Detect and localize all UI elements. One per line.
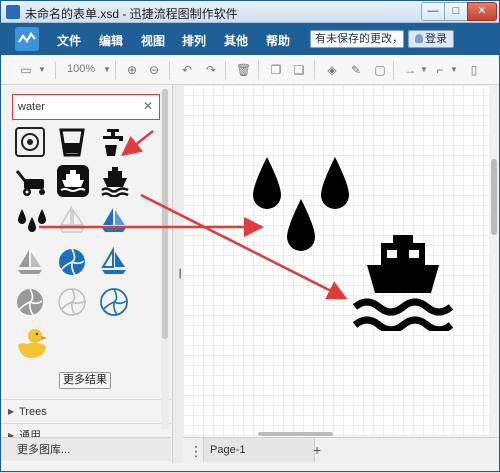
menu-edit[interactable]: 编辑 [99, 32, 123, 49]
main-header: 文件 编辑 视图 排列 其他 帮助 有未保存的更改，点击此处保存 登录 [1, 23, 499, 55]
minimize-button[interactable]: — [421, 2, 445, 21]
app-small-icon [6, 5, 20, 19]
menu-other[interactable]: 其他 [224, 32, 248, 49]
chevron-right-icon: ▶ [8, 400, 14, 424]
page-tab-bar: ⋮ Page-1 + [183, 437, 499, 463]
app-window: 未命名的表单.xsd - 迅捷流程图制作软件 — □ ✕ 文件 编辑 视图 排列… [0, 0, 500, 472]
clear-search-icon[interactable]: ✕ [143, 99, 153, 113]
title-bar: 未命名的表单.xsd - 迅捷流程图制作软件 — □ ✕ [1, 1, 499, 23]
glass-icon[interactable] [57, 127, 87, 157]
zoom-select[interactable]: 100% [67, 63, 95, 75]
window-title: 未命名的表单.xsd - 迅捷流程图制作软件 [25, 5, 238, 22]
redo-icon[interactable]: ↷ [204, 63, 218, 77]
add-page-icon[interactable]: + [313, 442, 321, 458]
toolbar-divider [393, 61, 394, 79]
ship-icon[interactable] [99, 165, 131, 197]
sailboat-outline-icon[interactable] [57, 205, 87, 235]
rubber-duck-icon[interactable] [15, 327, 49, 361]
line-color-icon[interactable]: ✎ [349, 63, 363, 77]
delete-icon[interactable]: 🗑 [236, 63, 250, 77]
sidebar-scrollbar[interactable] [161, 89, 169, 429]
toolbar-divider [115, 61, 116, 79]
section-label: Trees [19, 406, 47, 418]
to-front-icon[interactable]: ❐ [269, 63, 283, 77]
undo-icon[interactable]: ↶ [180, 63, 194, 77]
diagram-canvas[interactable] [183, 85, 489, 437]
water-drops-icon[interactable] [15, 207, 49, 237]
zoom-dropdown-icon[interactable]: ▼ [100, 63, 114, 77]
lawn-mower-icon[interactable] [15, 167, 45, 197]
sailboat-gray-icon[interactable] [15, 247, 45, 277]
toolbar-divider [169, 61, 170, 79]
menu-view[interactable]: 视图 [141, 32, 165, 49]
volleyball-blue-icon[interactable] [57, 247, 87, 277]
tab-page-1[interactable]: Page-1 [203, 438, 315, 462]
ship-badge-icon[interactable] [57, 165, 89, 197]
canvas-ship-shape[interactable] [353, 233, 453, 331]
sailboat-blue-icon[interactable] [99, 205, 129, 235]
menu-file[interactable]: 文件 [57, 32, 81, 49]
volleyball-gray-icon[interactable] [15, 287, 45, 317]
toolbar-divider [225, 61, 226, 79]
section-trees[interactable]: ▶ Trees [1, 399, 171, 423]
toolbar-divider [258, 61, 259, 79]
menu-arrange[interactable]: 排列 [182, 32, 206, 49]
sailboat-blue-small-icon[interactable] [99, 247, 129, 277]
page-format-icon[interactable]: ▭ [19, 63, 33, 77]
maximize-button[interactable]: □ [444, 2, 468, 21]
toolbar-divider [314, 61, 315, 79]
waypoints-dropdown-icon[interactable]: ▼ [447, 63, 461, 77]
menu-help[interactable]: 帮助 [266, 32, 290, 49]
volleyball-outline-icon[interactable] [57, 287, 87, 317]
toolbar-divider [55, 61, 56, 79]
connection-dropdown-icon[interactable]: ▼ [417, 63, 431, 77]
washing-machine-icon[interactable] [15, 127, 45, 157]
toolbar: ▭ ▼ 100% ▼ ⊕ ⊖ ↶ ↷ 🗑 ❐ ❏ ◈ ✎ ▢ → ▼ ⌐ ▼ ▯ [1, 55, 499, 85]
shadow-icon[interactable]: ▢ [373, 63, 387, 77]
chevron-right-icon: ▶ [8, 424, 14, 437]
user-icon [415, 34, 423, 43]
scrollbar-thumb[interactable] [162, 89, 168, 339]
app-logo-icon [15, 27, 39, 51]
more-libraries-button[interactable]: 更多图库... [1, 437, 171, 461]
pages-menu-icon[interactable]: ⋮ [189, 443, 203, 460]
section-general[interactable]: ▶ 通用 [1, 423, 171, 437]
close-button[interactable]: ✕ [467, 2, 497, 21]
fill-color-icon[interactable]: ◈ [325, 63, 339, 77]
zoom-in-icon[interactable]: ⊕ [125, 63, 139, 77]
canvas-vertical-scrollbar[interactable] [489, 85, 499, 437]
shape-library-panel: ✕ [1, 85, 173, 463]
faucet-icon[interactable] [99, 127, 129, 157]
scrollbar-thumb[interactable] [491, 159, 497, 235]
shape-search-input[interactable] [18, 100, 138, 114]
scrollbar-thumb[interactable] [258, 432, 333, 436]
connection-icon[interactable]: → [403, 63, 417, 77]
shape-search-box: ✕ [12, 94, 160, 120]
canvas-water-drops-shape[interactable] [245, 155, 357, 255]
to-back-icon[interactable]: ❏ [292, 63, 306, 77]
volleyball-blue-outline-icon[interactable] [99, 287, 129, 317]
section-label: 通用 [19, 430, 41, 437]
panel-splitter[interactable]: ❙ [173, 85, 183, 463]
waypoints-icon[interactable]: ⌐ [433, 63, 447, 77]
more-results-button[interactable]: 更多结果 [59, 372, 111, 389]
unsaved-changes-button[interactable]: 有未保存的更改，点击此处保存 [310, 30, 404, 48]
page-format-dropdown-icon[interactable]: ▼ [35, 63, 49, 77]
zoom-out-icon[interactable]: ⊖ [147, 63, 161, 77]
format-panel-icon[interactable]: ▯ [467, 63, 481, 77]
